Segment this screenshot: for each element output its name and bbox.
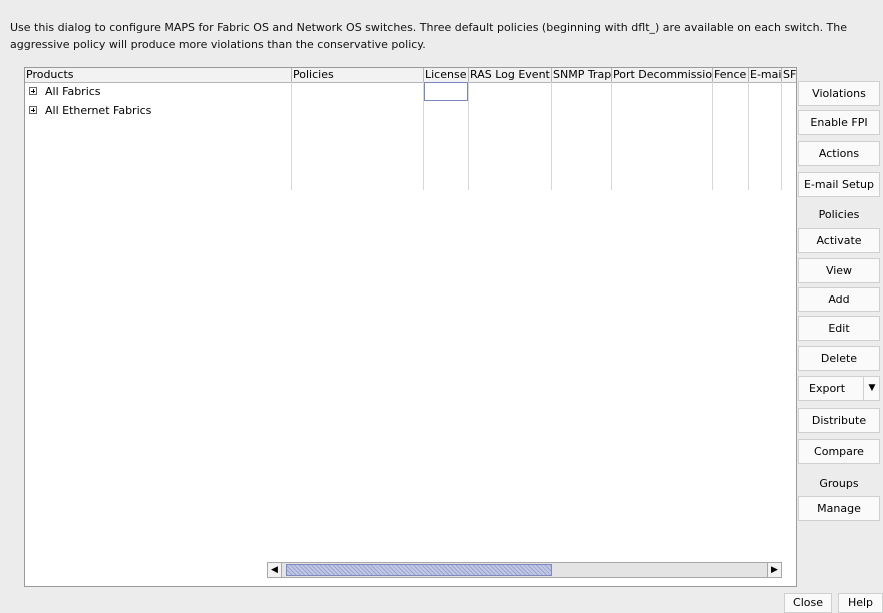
close-button[interactable]: Close	[784, 593, 832, 613]
row-label: All Ethernet Fabrics	[45, 104, 152, 117]
products-table[interactable]: Products Policies License RAS Log Event …	[24, 67, 797, 587]
help-button[interactable]: Help	[838, 593, 883, 613]
column-header-fence[interactable]: Fence	[713, 68, 749, 82]
column-header-products[interactable]: Products	[25, 68, 292, 82]
column-header-snmp-trap[interactable]: SNMP Trap	[552, 68, 612, 82]
horizontal-scrollbar[interactable]: ◀ ▶	[267, 562, 782, 578]
edit-button[interactable]: Edit	[798, 316, 880, 341]
export-button-label: Export	[809, 382, 846, 395]
delete-button[interactable]: Delete	[798, 346, 880, 371]
email-setup-button[interactable]: E-mail Setup	[798, 172, 880, 197]
add-button[interactable]: Add	[798, 287, 880, 312]
table-row-all-fabrics[interactable]: All Fabrics	[25, 83, 796, 101]
compare-button[interactable]: Compare	[798, 439, 880, 464]
activate-button[interactable]: Activate	[798, 228, 880, 253]
table-header: Products Policies License RAS Log Event …	[25, 68, 796, 83]
groups-group-label: Groups	[819, 477, 859, 490]
column-header-sf[interactable]: SF	[782, 68, 796, 82]
view-button[interactable]: View	[798, 258, 880, 283]
export-button[interactable]: Export ▼	[798, 376, 880, 401]
table-row-all-ethernet-fabrics[interactable]: All Ethernet Fabrics	[25, 102, 796, 120]
scrollbar-thumb[interactable]	[286, 564, 552, 576]
scroll-right-arrow-icon[interactable]: ▶	[767, 563, 781, 577]
distribute-button[interactable]: Distribute	[798, 408, 880, 433]
dialog-description: Use this dialog to configure MAPS for Fa…	[10, 21, 848, 51]
expand-icon[interactable]	[29, 106, 37, 114]
chevron-down-icon[interactable]: ▼	[863, 377, 880, 400]
column-header-port-decommission[interactable]: Port Decommission	[612, 68, 713, 82]
row-label: All Fabrics	[45, 85, 101, 98]
violations-button[interactable]: Violations	[798, 81, 880, 106]
column-header-ras-log-event[interactable]: RAS Log Event	[469, 68, 552, 82]
manage-button[interactable]: Manage	[798, 496, 880, 521]
column-header-email[interactable]: E-mail	[749, 68, 782, 82]
policies-group-label: Policies	[818, 208, 860, 221]
column-header-license[interactable]: License	[424, 68, 469, 82]
column-header-policies[interactable]: Policies	[292, 68, 424, 82]
enable-fpi-button[interactable]: Enable FPI	[798, 110, 880, 135]
actions-button[interactable]: Actions	[798, 141, 880, 166]
scroll-left-arrow-icon[interactable]: ◀	[268, 563, 282, 577]
expand-icon[interactable]	[29, 87, 37, 95]
